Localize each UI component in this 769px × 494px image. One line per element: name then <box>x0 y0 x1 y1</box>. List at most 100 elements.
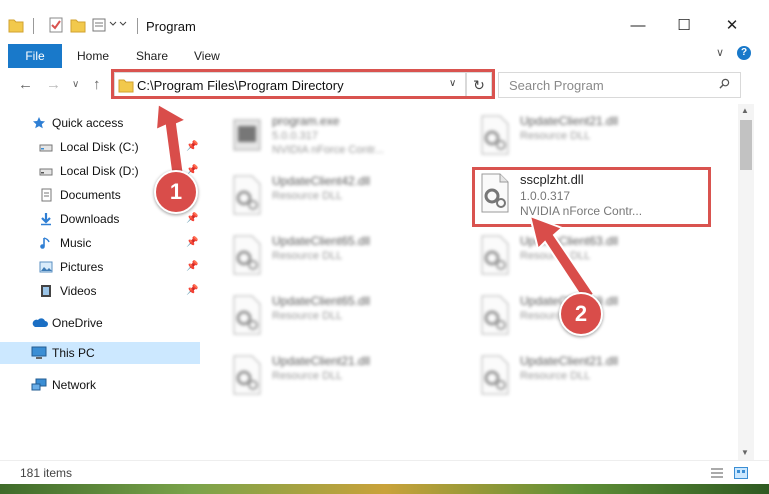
pin-icon[interactable]: 📌 <box>186 213 198 224</box>
file-item[interactable]: UpdateClient21.dll Resource DLL <box>476 112 696 162</box>
file-item[interactable]: UpdateClient65.dll Resource DLL <box>228 232 448 282</box>
file-item[interactable]: UpdateClient65.dll Resource DLL <box>228 292 448 342</box>
status-bar: 181 items <box>0 460 769 484</box>
file-item[interactable]: UpdateClient21.dll Resource DLL <box>228 352 448 402</box>
desktop-background <box>0 484 769 494</box>
sidebar-label: Pictures <box>60 260 104 274</box>
close-button[interactable]: ✕ <box>718 14 746 38</box>
file-type: Resource DLL <box>272 190 343 202</box>
dll-file-icon <box>481 355 509 395</box>
onedrive-icon <box>32 318 48 327</box>
scrollbar-thumb[interactable] <box>740 120 752 170</box>
file-name: UpdateClient65.dll <box>272 294 371 308</box>
network-icon <box>31 378 47 391</box>
scroll-up-icon[interactable]: ▲ <box>741 106 749 115</box>
file-description: NVIDIA nForce Contr... <box>272 144 384 156</box>
file-name: UpdateClient21.dll <box>520 354 619 368</box>
search-box[interactable] <box>498 72 741 98</box>
sidebar-label: Music <box>60 236 92 250</box>
maximize-button[interactable]: ☐ <box>670 14 698 38</box>
dll-file-icon <box>233 295 261 335</box>
star-icon <box>33 117 45 129</box>
dll-file-icon <box>233 235 261 275</box>
file-item[interactable]: UpdateClient42.dll Resource DLL <box>228 172 448 222</box>
file-type: Resource DLL <box>520 130 591 142</box>
dll-file-icon <box>233 355 261 395</box>
new-folder-icon[interactable] <box>70 16 86 34</box>
file-type: Resource DLL <box>272 250 343 262</box>
tab-view[interactable]: View <box>194 49 220 63</box>
file-name: UpdateClient65.dll <box>272 234 371 248</box>
recent-locations-icon[interactable]: ∨ <box>72 79 79 90</box>
dll-file-icon <box>233 175 261 215</box>
drive-icon <box>39 168 53 176</box>
callout-number-1: 1 <box>154 170 198 214</box>
documents-icon <box>41 188 52 202</box>
music-icon <box>40 237 50 249</box>
file-version: 5.0.0.317 <box>272 130 318 142</box>
file-type: Resource DLL <box>272 370 343 382</box>
sidebar-item-network[interactable]: Network <box>0 374 200 396</box>
file-list: program.exe 5.0.0.317 NVIDIA nForce Cont… <box>210 104 737 460</box>
sidebar-item-videos[interactable]: Videos 📌 <box>0 280 200 302</box>
sidebar-item-onedrive[interactable]: OneDrive <box>0 312 200 334</box>
exe-file-icon <box>233 119 261 151</box>
sidebar-label: Downloads <box>60 212 120 226</box>
search-icon <box>719 78 730 89</box>
file-type: Resource DLL <box>520 370 591 382</box>
dll-file-icon <box>481 295 509 335</box>
file-type: Resource DLL <box>272 310 343 322</box>
sidebar-item-music[interactable]: Music 📌 <box>0 232 200 254</box>
help-icon[interactable]: ? <box>737 46 751 60</box>
title-separator <box>137 18 138 34</box>
window-title: Program <box>146 19 196 34</box>
item-count: 181 items <box>20 466 73 480</box>
sidebar-label: This PC <box>52 346 95 360</box>
drive-icon <box>39 144 53 152</box>
properties-icon[interactable] <box>48 16 64 34</box>
file-item[interactable]: UpdateClient21.dll Resource DLL <box>476 352 696 402</box>
minimize-button[interactable]: — <box>624 14 652 38</box>
sidebar-item-pictures[interactable]: Pictures 📌 <box>0 256 200 278</box>
tab-share[interactable]: Share <box>136 49 168 63</box>
file-name: UpdateClient21.dll <box>520 114 619 128</box>
sidebar-label: Quick access <box>52 116 124 130</box>
customize-icon[interactable] <box>92 16 108 34</box>
tab-file[interactable]: File <box>8 44 62 68</box>
sidebar-label: Documents <box>60 188 121 202</box>
ribbon-collapse-icon[interactable]: ∨ <box>716 46 724 59</box>
sidebar-item-this-pc[interactable]: This PC <box>0 342 200 364</box>
forward-button[interactable]: → <box>46 76 61 93</box>
sidebar-label: Videos <box>60 284 97 298</box>
downloads-icon <box>41 213 51 226</box>
sidebar-label: Local Disk (D:) <box>60 164 139 178</box>
details-view-icon[interactable] <box>710 467 724 479</box>
file-name: program.exe <box>272 114 340 128</box>
address-highlight-box <box>111 69 495 99</box>
sidebar-label: OneDrive <box>52 316 103 330</box>
file-name: UpdateClient42.dll <box>272 174 371 188</box>
search-input[interactable] <box>507 77 711 94</box>
title-bar: Program — ☐ ✕ <box>0 0 769 42</box>
callout-number-2: 2 <box>559 292 603 336</box>
folder-icon[interactable] <box>8 16 24 34</box>
pin-icon[interactable]: 📌 <box>186 285 198 296</box>
pin-icon[interactable]: 📌 <box>186 261 198 272</box>
sidebar-label: Network <box>52 378 97 392</box>
dll-file-icon <box>481 115 509 155</box>
tab-home[interactable]: Home <box>77 49 109 63</box>
back-button[interactable]: ← <box>18 76 33 93</box>
dll-file-icon <box>481 235 509 275</box>
qa-dropdown-icon[interactable] <box>108 20 128 38</box>
up-button[interactable]: ↑ <box>93 76 101 93</box>
file-name: UpdateClient21.dll <box>272 354 371 368</box>
pin-icon[interactable]: 📌 <box>186 237 198 248</box>
scroll-down-icon[interactable]: ▼ <box>741 448 749 457</box>
sidebar-label: Local Disk (C:) <box>60 140 139 154</box>
large-icons-view-icon[interactable] <box>734 467 748 479</box>
qa-separator <box>33 18 34 34</box>
pictures-icon <box>39 261 53 273</box>
computer-icon <box>31 346 47 359</box>
file-item[interactable]: program.exe 5.0.0.317 NVIDIA nForce Cont… <box>228 112 448 162</box>
ribbon-tabs: File Home Share View <box>0 42 769 69</box>
